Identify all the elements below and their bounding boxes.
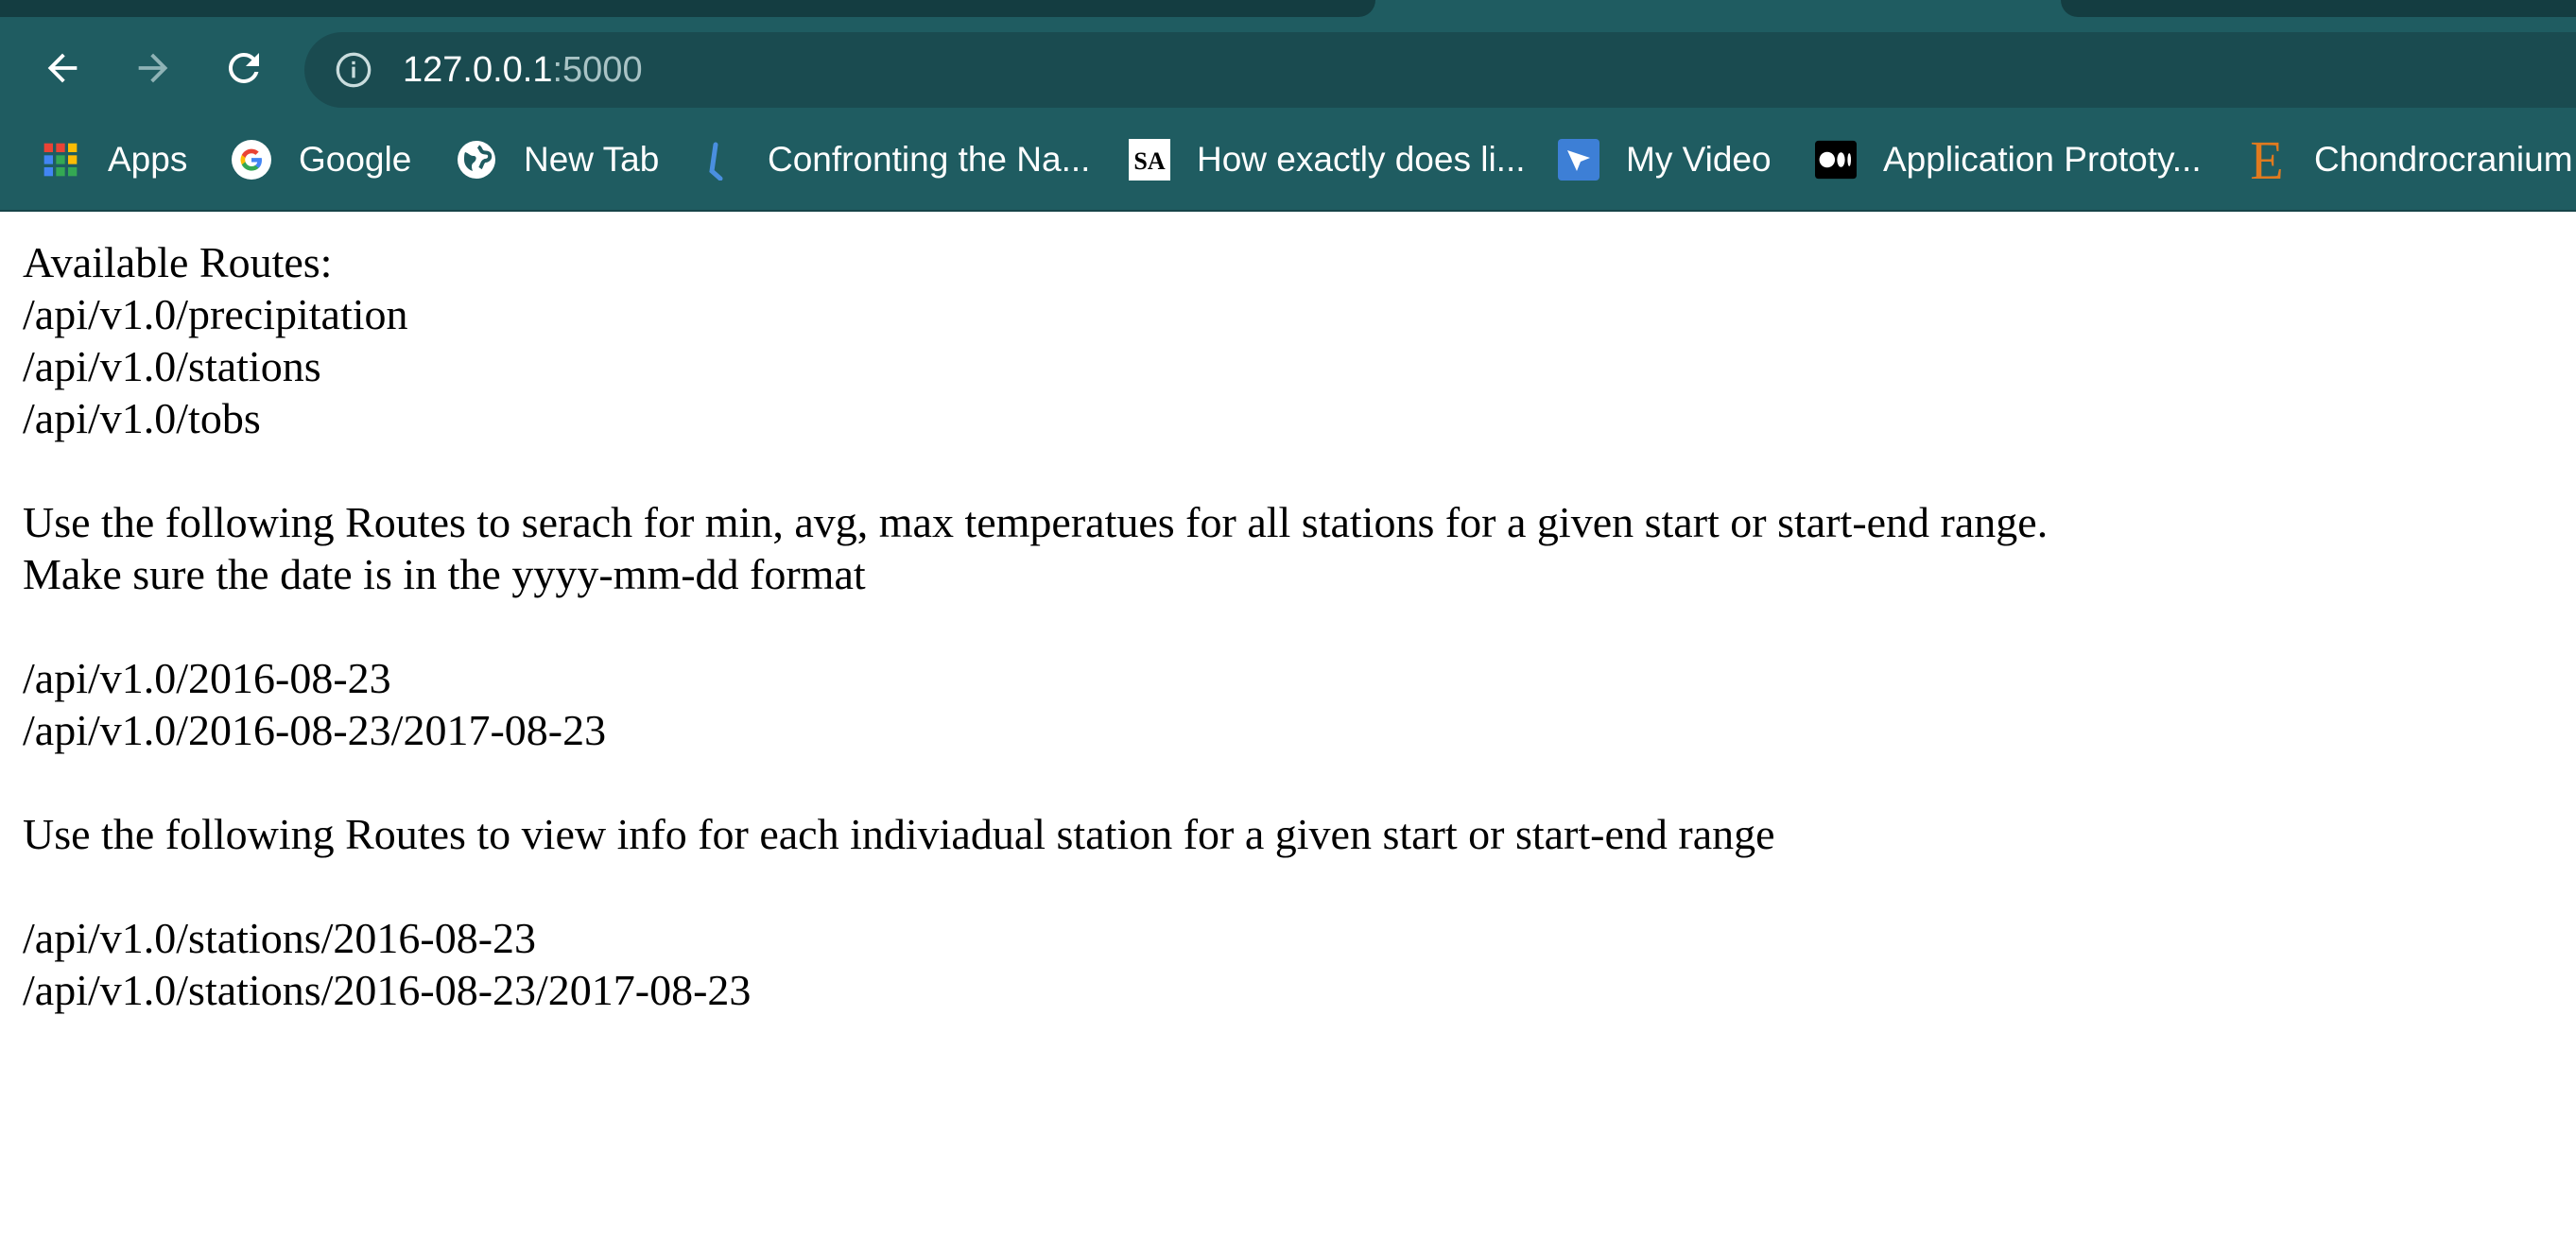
bookmark-bar-icon bbox=[700, 139, 741, 181]
bookmark-application-prototype[interactable]: Application Prototy... bbox=[1815, 129, 2202, 191]
svg-text:SA: SA bbox=[1133, 147, 1165, 175]
back-arrow-icon bbox=[47, 53, 78, 83]
bookmark-label: Chondrocranium bbox=[2314, 140, 2573, 179]
bookmark-new-tab[interactable]: New Tab bbox=[456, 129, 659, 191]
bookmark-label: Google bbox=[299, 140, 412, 179]
google-icon bbox=[231, 139, 272, 181]
video-icon bbox=[1558, 139, 1599, 181]
routes-heading: Available Routes: bbox=[23, 238, 333, 286]
info-icon[interactable] bbox=[335, 51, 372, 89]
forward-button[interactable] bbox=[123, 38, 183, 98]
bookmark-label: Confronting the Na... bbox=[768, 140, 1091, 179]
medium-icon bbox=[1815, 139, 1857, 181]
forward-arrow-icon bbox=[138, 53, 168, 83]
bookmark-chondrocranium[interactable]: E Chondrocranium bbox=[2246, 129, 2573, 191]
station-instructions: Use the following Routes to view info fo… bbox=[23, 810, 1775, 858]
reload-icon bbox=[228, 52, 259, 83]
temperature-instructions: Use the following Routes to serach for m… bbox=[23, 498, 2049, 546]
bookmark-label: Apps bbox=[108, 140, 188, 179]
route-item: /api/v1.0/stations bbox=[23, 342, 321, 390]
globe-icon bbox=[456, 139, 497, 181]
apps-grid-icon bbox=[40, 139, 81, 181]
reload-button[interactable] bbox=[214, 38, 274, 98]
bookmark-label: My Video bbox=[1626, 140, 1772, 179]
svg-text:E: E bbox=[2250, 135, 2283, 184]
tab-strip bbox=[0, 0, 2576, 28]
bookmark-how-exactly[interactable]: SA How exactly does li... bbox=[1129, 129, 1526, 191]
station-route: /api/v1.0/stations/2016-08-23/2017-08-23 bbox=[23, 966, 752, 1014]
bookmark-apps[interactable]: Apps bbox=[40, 129, 187, 191]
bookmark-confronting[interactable]: Confronting the Na... bbox=[700, 129, 1090, 191]
address-bar[interactable]: 127.0.0.1:5000 bbox=[304, 32, 2576, 108]
route-item: /api/v1.0/precipitation bbox=[23, 290, 408, 338]
bookmarks-bar: Apps Google New Tab Confronting the Na..… bbox=[0, 129, 2576, 191]
url-port: :5000 bbox=[552, 50, 643, 90]
temperature-route: /api/v1.0/2016-08-23 bbox=[23, 654, 391, 702]
back-button[interactable] bbox=[32, 38, 93, 98]
bookmark-my-video[interactable]: My Video bbox=[1558, 129, 1772, 191]
inactive-tab[interactable] bbox=[0, 0, 1375, 17]
temperature-route: /api/v1.0/2016-08-23/2017-08-23 bbox=[23, 706, 607, 754]
bookmark-label: Application Prototy... bbox=[1883, 140, 2202, 179]
url-host: 127.0.0.1 bbox=[403, 50, 553, 90]
station-route: /api/v1.0/stations/2016-08-23 bbox=[23, 914, 537, 962]
sa-icon: SA bbox=[1129, 139, 1170, 181]
active-tab[interactable] bbox=[1375, 0, 2061, 28]
inactive-tab[interactable] bbox=[2061, 0, 2576, 17]
url-text[interactable]: 127.0.0.1:5000 bbox=[403, 45, 643, 95]
date-format-note: Make sure the date is in the yyyy-mm-dd … bbox=[23, 550, 866, 598]
browser-toolbar: 127.0.0.1:5000 Apps Google New Tab Confr… bbox=[0, 0, 2576, 212]
page-content: Available Routes: /api/v1.0/precipitatio… bbox=[23, 236, 2556, 1016]
letter-e-icon: E bbox=[2246, 135, 2288, 184]
route-item: /api/v1.0/tobs bbox=[23, 394, 261, 442]
bookmark-label: How exactly does li... bbox=[1197, 140, 1526, 179]
bookmark-label: New Tab bbox=[524, 140, 660, 179]
navigation-row: 127.0.0.1:5000 bbox=[0, 28, 2576, 108]
bookmark-google[interactable]: Google bbox=[231, 129, 411, 191]
